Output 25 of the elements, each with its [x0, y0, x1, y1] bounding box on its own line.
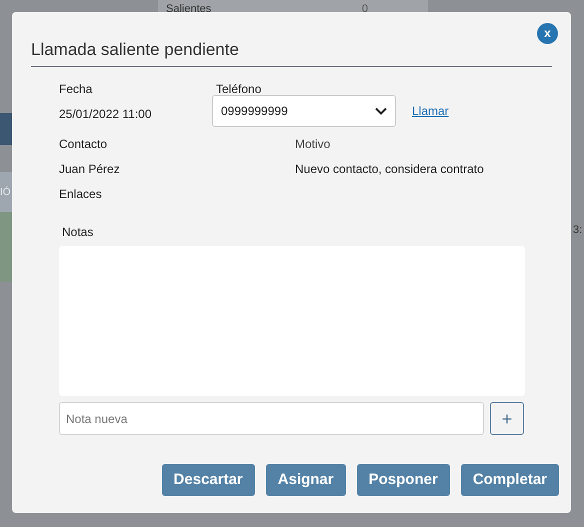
action-button[interactable]: Descartar: [162, 464, 255, 496]
field-value: 25/01/2022 11:00: [59, 106, 153, 122]
action-button[interactable]: Completar: [460, 464, 559, 496]
field-label: Contacto: [59, 136, 108, 152]
background-label: Salientes: [166, 3, 212, 12]
add-note-button[interactable]: +: [490, 402, 524, 435]
call-link[interactable]: Llamar: [412, 102, 449, 120]
dialog-title: Llamada saliente pendiente: [31, 39, 240, 61]
action-button[interactable]: Posponer: [356, 464, 450, 496]
background-count: 0: [362, 3, 368, 12]
field-label: Notas: [62, 224, 94, 240]
field-value: Nuevo contacto, considera contrato: [295, 161, 484, 177]
note-input[interactable]: Nota nueva: [59, 402, 484, 435]
caret-icon: [375, 107, 387, 115]
phone-select[interactable]: 0999999999: [212, 95, 396, 127]
field-label: Enlaces: [59, 186, 103, 202]
field-label: Motivo: [295, 136, 332, 152]
background-bar: [0, 113, 12, 145]
field-label: Fecha: [59, 81, 94, 97]
field-value: Juan Pérez: [59, 161, 121, 177]
action-button[interactable]: Asignar: [266, 464, 346, 496]
field-label: Teléfono: [215, 81, 262, 97]
background-label: 3:: [573, 223, 582, 238]
close-button[interactable]: x: [537, 23, 558, 44]
background-label: IÓ: [0, 185, 11, 200]
